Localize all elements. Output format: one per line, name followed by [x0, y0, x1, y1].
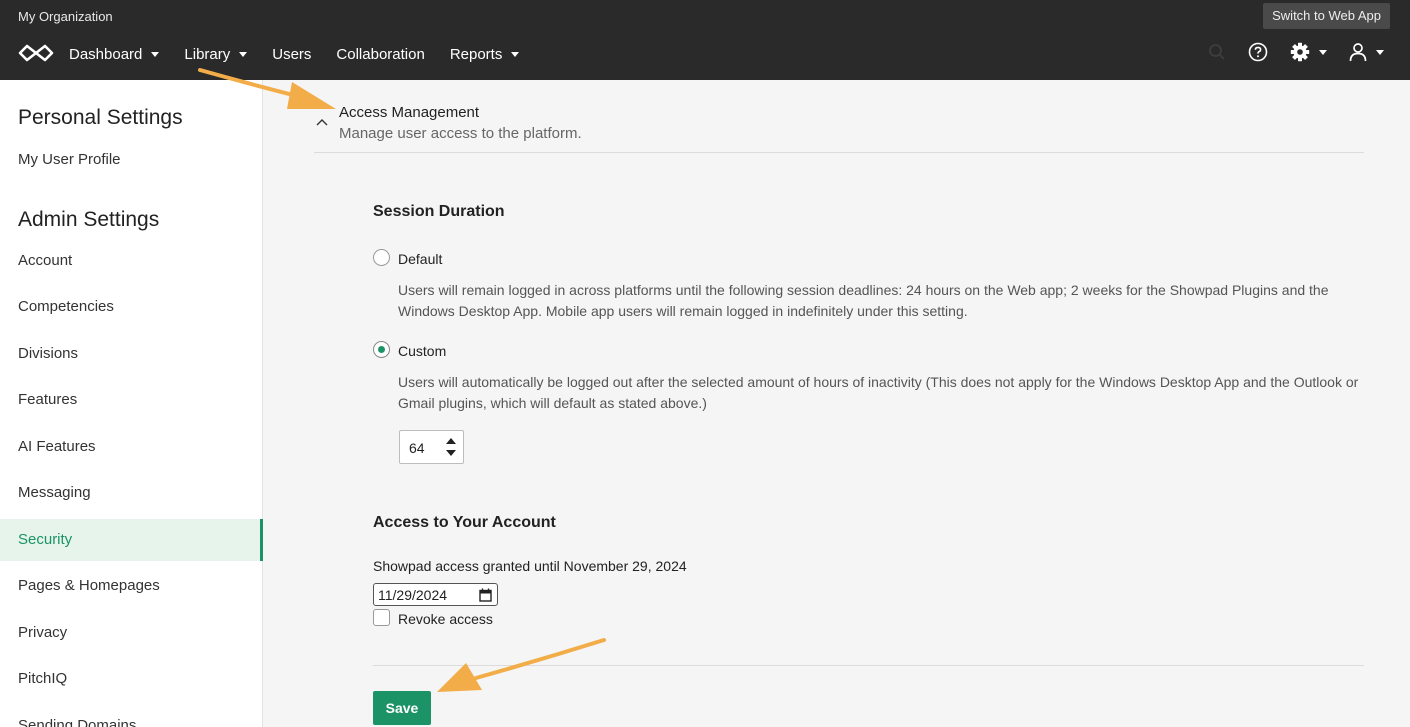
section-description: Manage user access to the platform.	[339, 125, 582, 142]
nav-dashboard-label: Dashboard	[69, 45, 143, 63]
nav-dashboard[interactable]: Dashboard	[69, 45, 160, 63]
switch-to-web-app-button[interactable]: Switch to Web App	[1263, 3, 1390, 29]
nav-library[interactable]: Library	[184, 45, 248, 63]
annotation-arrow-to-save	[437, 638, 606, 692]
session-duration-heading: Session Duration	[373, 203, 505, 220]
hours-value[interactable]: 64	[409, 440, 425, 456]
user-icon	[1349, 43, 1367, 62]
sidebar-item-sending-domains[interactable]: Sending Domains	[0, 705, 263, 727]
sidebar-item-privacy[interactable]: Privacy	[0, 612, 263, 654]
access-granted-text: Showpad access granted until November 29…	[373, 558, 687, 574]
custom-radio[interactable]	[373, 341, 390, 358]
revoke-access-label[interactable]: Revoke access	[398, 611, 493, 627]
settings-menu[interactable]	[1290, 42, 1327, 62]
showpad-logo-icon[interactable]	[18, 42, 54, 64]
divider	[373, 665, 1364, 666]
account-access-heading: Access to Your Account	[373, 514, 556, 531]
admin-settings-heading: Admin Settings	[18, 208, 160, 231]
personal-settings-heading: Personal Settings	[18, 106, 183, 129]
caret-down-icon	[511, 51, 520, 57]
caret-down-icon	[1319, 49, 1327, 55]
nav-reports-label: Reports	[449, 45, 503, 63]
caret-down-icon	[239, 51, 248, 57]
nav-collaboration-label: Collaboration	[336, 45, 425, 63]
section-title: Access Management	[339, 104, 480, 121]
topbar-actions	[1186, 42, 1384, 62]
revoke-access-checkbox[interactable]	[373, 609, 390, 626]
nav-library-label: Library	[184, 45, 231, 63]
custom-description: Users will automatically be logged out a…	[398, 374, 1359, 411]
sidebar-item-pitchiq[interactable]: PitchIQ	[0, 658, 263, 700]
default-radio[interactable]	[373, 249, 390, 266]
user-menu[interactable]	[1349, 42, 1384, 62]
access-management-header[interactable]: Access Management Manage user access to …	[314, 96, 1364, 153]
caret-down-icon	[1376, 49, 1384, 55]
sidebar-item-pages-homepages[interactable]: Pages & Homepages	[0, 565, 263, 607]
sidebar-item-my-user-profile[interactable]: My User Profile	[0, 139, 263, 181]
nav-reports[interactable]: Reports	[450, 46, 520, 63]
sidebar-item-divisions[interactable]: Divisions	[0, 333, 263, 375]
nav-collaboration[interactable]: Collaboration	[336, 46, 424, 63]
top-bar: My Organization Switch to Web App Dashbo…	[0, 0, 1410, 80]
sidebar-item-account[interactable]: Account	[0, 240, 263, 282]
search-button[interactable]	[1208, 43, 1226, 61]
default-radio-label[interactable]: Default	[398, 251, 442, 267]
custom-radio-label[interactable]: Custom	[398, 343, 446, 359]
hours-stepper[interactable]: 64	[399, 430, 464, 464]
access-date-value[interactable]: 11/29/2024	[378, 587, 447, 603]
main-nav: Dashboard Library Users Collaboration Re…	[69, 40, 544, 68]
sidebar-item-features[interactable]: Features	[0, 379, 263, 421]
default-description: Users will remain logged in across platf…	[398, 282, 1329, 319]
sidebar-item-ai-features[interactable]: AI Features	[0, 426, 263, 468]
sidebar-item-messaging[interactable]: Messaging	[0, 472, 263, 514]
settings-sidebar: Personal Settings My User Profile Admin …	[0, 80, 263, 727]
gear-icon	[1290, 42, 1310, 62]
calendar-icon[interactable]	[479, 588, 492, 602]
search-icon	[1209, 44, 1225, 60]
organization-name: My Organization	[18, 9, 113, 24]
sidebar-item-security[interactable]: Security	[0, 519, 263, 561]
sidebar-item-competencies[interactable]: Competencies	[0, 286, 263, 328]
caret-down-icon	[151, 51, 160, 57]
access-date-input[interactable]: 11/29/2024	[373, 583, 498, 606]
save-button[interactable]: Save	[373, 691, 431, 725]
chevron-up-icon[interactable]	[316, 118, 328, 126]
nav-users-label: Users	[272, 45, 312, 63]
stepper-arrows-icon[interactable]	[445, 436, 457, 458]
help-button[interactable]	[1248, 42, 1268, 62]
nav-users[interactable]: Users	[272, 46, 311, 63]
help-icon	[1248, 42, 1268, 62]
